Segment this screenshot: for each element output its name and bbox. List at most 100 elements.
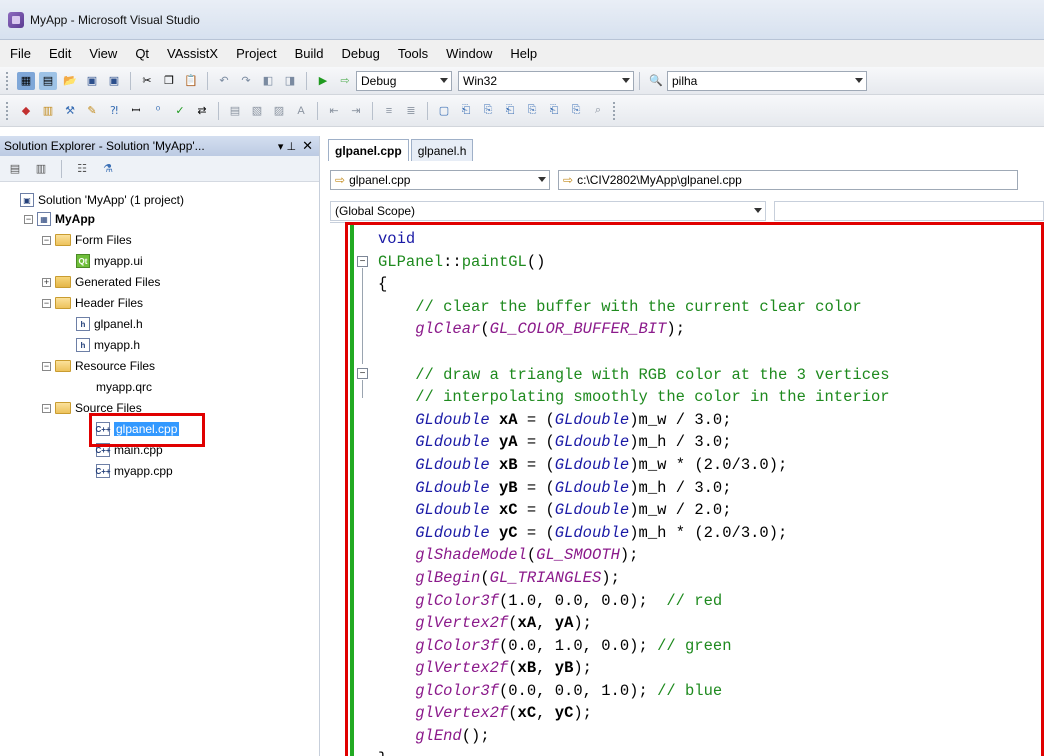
tree-item-project[interactable]: − ▦ MyApp [24, 209, 95, 229]
member-select[interactable] [774, 201, 1044, 221]
solution-explorer-title: Solution Explorer - Solution 'MyApp'... [4, 139, 205, 153]
collapse-icon[interactable]: − [42, 298, 51, 308]
tree-item-form-files[interactable]: − Form Files [42, 230, 132, 250]
toolbar-separator [207, 71, 208, 90]
next-bookmark-doc-icon[interactable]: ⎘ [567, 102, 585, 120]
collapse-icon[interactable]: − [42, 361, 51, 371]
tree-item-glpanel-h[interactable]: h glpanel.h [76, 314, 143, 334]
find-in-files-icon[interactable]: 🔍 [647, 72, 665, 90]
decrease-indent-icon[interactable]: ⇤ [325, 102, 343, 120]
toolbar-grip[interactable] [6, 101, 9, 120]
code-line: GLPanel::paintGL() [378, 251, 890, 274]
undo-icon[interactable]: ↶ [215, 72, 233, 90]
navigate-forward-icon[interactable]: ◨ [281, 72, 299, 90]
next-bookmark-folder-icon[interactable]: ⎘ [523, 102, 541, 120]
complete-word-icon[interactable]: A [292, 102, 310, 120]
copy-icon[interactable]: ❐ [160, 72, 178, 90]
paste-icon[interactable]: 📋 [182, 72, 200, 90]
properties-icon[interactable]: ▥ [39, 102, 57, 120]
menu-project[interactable]: Project [236, 46, 276, 61]
comment-out-icon[interactable]: ≡ [380, 102, 398, 120]
collapse-icon[interactable]: − [42, 235, 51, 245]
toolbox-icon[interactable]: ⚒ [61, 102, 79, 120]
bookmark-icon[interactable]: ꟷ [127, 102, 145, 120]
replace-icon[interactable]: ⇄ [193, 102, 211, 120]
path-display[interactable]: ⇨ c:\CIV2802\MyApp\glpanel.cpp [558, 170, 1018, 190]
solution-explorer-header: Solution Explorer - Solution 'MyApp'... … [0, 136, 319, 156]
class-view-icon[interactable]: ✎ [83, 102, 101, 120]
prev-bookmark-folder-icon[interactable]: ⎗ [501, 102, 519, 120]
function-call: glColor3f [415, 591, 499, 610]
object-browser-icon[interactable]: ⁈ [105, 102, 123, 120]
menu-view[interactable]: View [89, 46, 117, 61]
find-combo[interactable]: pilha [667, 70, 867, 91]
cut-icon[interactable]: ✂ [138, 72, 156, 90]
quick-info-icon[interactable]: ▨ [270, 102, 288, 120]
menu-debug[interactable]: Debug [342, 46, 380, 61]
tree-item-header-files[interactable]: − Header Files [42, 293, 143, 313]
save-all-icon[interactable]: ▣ [105, 72, 123, 90]
tab-glpanel-h[interactable]: glpanel.h [410, 139, 474, 161]
tree-item-myapp-h[interactable]: h myapp.h [76, 335, 140, 355]
properties-icon[interactable]: ▤ [6, 160, 24, 178]
show-all-files-icon[interactable]: ▥ [32, 160, 50, 178]
scope-select[interactable]: (Global Scope) [330, 201, 766, 221]
folder-label: Resource Files [75, 359, 156, 373]
clear-bookmarks-icon[interactable]: ⌕ [589, 102, 607, 120]
previous-bookmark-icon[interactable]: ⎗ [457, 102, 475, 120]
spell-check-icon[interactable]: ✓ [171, 102, 189, 120]
file-select[interactable]: ⇨ glpanel.cpp [330, 170, 550, 190]
window-position-icon[interactable]: ▾ ⊥ [278, 140, 296, 153]
collapse-icon[interactable]: − [42, 403, 51, 413]
toolbar-overflow[interactable] [613, 101, 616, 120]
save-icon[interactable]: ▣ [83, 72, 101, 90]
toolbar-separator [639, 71, 640, 90]
toggle-bookmark-icon[interactable]: ▢ [435, 102, 453, 120]
collapse-icon[interactable]: − [357, 368, 368, 379]
solution-platform-select[interactable]: Win32 [458, 70, 634, 91]
menu-build[interactable]: Build [295, 46, 324, 61]
uncomment-icon[interactable]: ≣ [402, 102, 420, 120]
menu-edit[interactable]: Edit [49, 46, 71, 61]
toolbar-grip[interactable] [6, 71, 9, 90]
menu-help[interactable]: Help [510, 46, 537, 61]
start-without-debugging-icon[interactable]: ⇨ [336, 72, 354, 90]
tab-glpanel-cpp[interactable]: glpanel.cpp [328, 139, 409, 161]
list-members-icon[interactable]: ▤ [226, 102, 244, 120]
view-class-diagram-icon[interactable]: ⚗ [99, 160, 117, 178]
tree-item-myapp-ui[interactable]: Qt myapp.ui [76, 251, 143, 271]
next-bookmark-icon[interactable]: ⎘ [479, 102, 497, 120]
increase-indent-icon[interactable]: ⇥ [347, 102, 365, 120]
open-file-icon[interactable]: 📂 [61, 72, 79, 90]
start-debugging-icon[interactable]: ▶ [314, 72, 332, 90]
menu-file[interactable]: File [10, 46, 31, 61]
new-project-icon[interactable]: ▦ [17, 71, 35, 90]
scope-bar: (Global Scope) [330, 200, 1044, 222]
tree-item-myapp-qrc[interactable]: myapp.qrc [96, 377, 152, 397]
view-code-icon[interactable]: ☷ [73, 160, 91, 178]
tree-item-solution[interactable]: ▣ Solution 'MyApp' (1 project) [20, 190, 184, 210]
solution-explorer-icon[interactable]: ◆ [17, 102, 35, 120]
collapse-icon[interactable]: − [24, 214, 33, 224]
file-label: myapp.ui [94, 254, 143, 268]
solution-configuration-select[interactable]: Debug [356, 70, 452, 91]
folder-icon [55, 402, 71, 414]
expand-icon[interactable]: + [42, 277, 51, 287]
navigate-back-icon[interactable]: ◧ [259, 72, 277, 90]
menu-qt[interactable]: Qt [135, 46, 149, 61]
menu-window[interactable]: Window [446, 46, 492, 61]
menu-tools[interactable]: Tools [398, 46, 428, 61]
regex-icon[interactable]: ⁰ [149, 102, 167, 120]
add-item-icon[interactable]: ▤ [39, 71, 57, 90]
close-icon[interactable]: ✕ [302, 138, 313, 154]
tree-item-generated-files[interactable]: + Generated Files [42, 272, 160, 292]
tree-item-resource-files[interactable]: − Resource Files [42, 356, 155, 376]
tree-item-myapp-cpp[interactable]: C++ myapp.cpp [95, 461, 173, 481]
parameter-info-icon[interactable]: ▧ [248, 102, 266, 120]
prev-bookmark-doc-icon[interactable]: ⎗ [545, 102, 563, 120]
chevron-down-icon [538, 177, 546, 182]
menu-vassistx[interactable]: VAssistX [167, 46, 218, 61]
comment: // red [666, 591, 723, 610]
collapse-icon[interactable]: − [357, 256, 368, 267]
redo-icon[interactable]: ↷ [237, 72, 255, 90]
